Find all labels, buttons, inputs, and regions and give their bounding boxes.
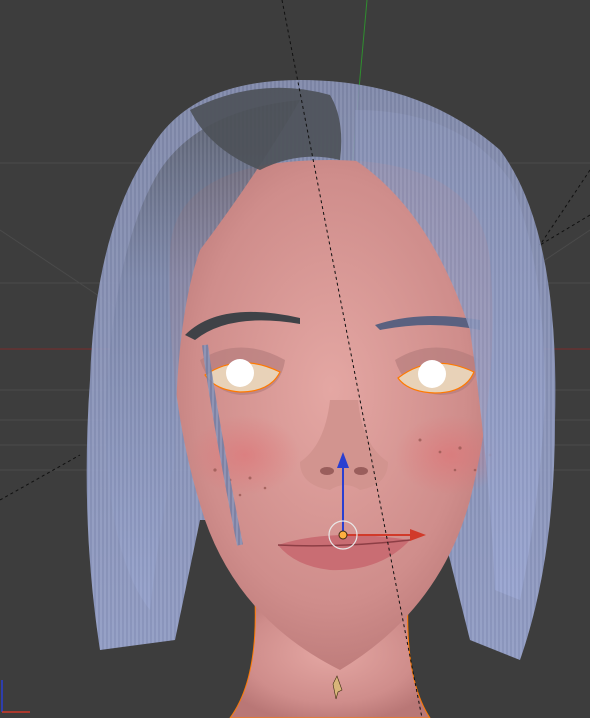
3d-viewport[interactable] — [0, 0, 590, 718]
scene-render — [0, 0, 590, 718]
axis-widget — [1, 680, 30, 713]
left-blush — [190, 415, 300, 495]
